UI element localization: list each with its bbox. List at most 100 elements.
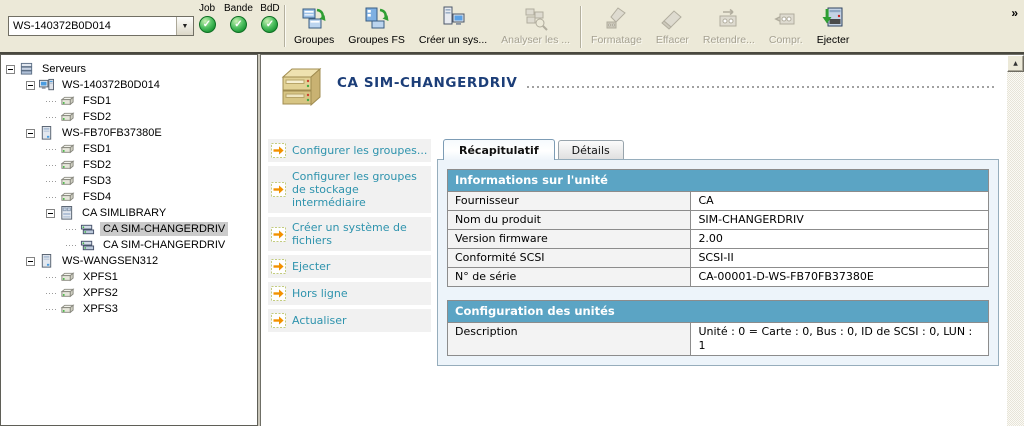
toolbar-button-formatage: Formatage: [584, 2, 649, 52]
title-block: CA SIM-CHANGERDRIV: [337, 65, 994, 91]
tree-connector: [46, 276, 56, 278]
tree-item-label: XPFS1: [83, 271, 118, 283]
toolbar-button-groupes[interactable]: Groupes: [287, 2, 341, 52]
tree-item-label: CA SIMLIBRARY: [82, 207, 167, 219]
toolbar-button-analyser-les: Analyser les ...: [494, 2, 577, 52]
toolbar-button-groupes-fs[interactable]: Groupes FS: [341, 2, 412, 52]
tree-item-fsd1[interactable]: FSD1: [1, 141, 257, 157]
tab-r-capitulatif[interactable]: Récapitulatif: [443, 139, 555, 160]
action-link-cr-er-un-syst-me-de-fichiers[interactable]: Créer un système de fichiers: [268, 217, 431, 251]
info-value: Unité : 0 = Carte : 0, Bus : 0, ID de SC…: [690, 322, 989, 356]
collapse-toggle-icon[interactable]: [26, 80, 35, 90]
toolbar-button-retendre: Retendre...: [696, 2, 762, 52]
vertical-scrollbar[interactable]: ▲: [1007, 55, 1024, 426]
collapse-toggle-icon[interactable]: [6, 64, 15, 74]
server-icon: [41, 253, 52, 268]
tree-connector: [66, 244, 76, 246]
tape-drive-icon: [281, 67, 322, 107]
tree-item-label: WS-WANGSEN312: [62, 255, 159, 267]
tree-item-fsd4[interactable]: FSD4: [1, 189, 257, 205]
tree-connector: [46, 148, 56, 150]
tree-connector: [46, 292, 56, 294]
info-label: Nom du produit: [446, 210, 692, 230]
action-link-label: Actualiser: [292, 314, 347, 327]
drive-icon: [60, 143, 75, 153]
tab-d-tails[interactable]: Détails: [557, 140, 624, 159]
tree-item-fsd1[interactable]: FSD1: [1, 93, 257, 109]
server-selector-combobox[interactable]: WS-140372B0D014 ▼: [8, 16, 194, 36]
tree-connector: [46, 180, 56, 182]
tree-item-fsd3[interactable]: FSD3: [1, 173, 257, 189]
tree-item-label: XPFS2: [83, 287, 118, 299]
info-value: CA: [690, 191, 989, 211]
tree-item-label: FSD1: [83, 95, 112, 107]
action-links: Configurer les groupes... Configurer les…: [268, 139, 431, 336]
tree-connector: [46, 100, 56, 102]
tree-item-ca-sim-changerdriv[interactable]: CA SIM-CHANGERDRIV: [1, 237, 257, 253]
tree-item-ws-fb70fb37380e[interactable]: WS-FB70FB37380E: [1, 125, 257, 141]
action-link-hors-ligne[interactable]: Hors ligne: [268, 282, 431, 305]
info-row: Conformité SCSI SCSI-II: [446, 248, 989, 268]
drive-icon: [60, 271, 75, 281]
collapse-toggle-icon[interactable]: [26, 128, 35, 138]
tape-drive-icon: [273, 65, 325, 113]
device-header: CA SIM-CHANGERDRIV: [273, 65, 994, 113]
arrow-right-icon: [271, 286, 286, 301]
section-header: Informations sur l'unité: [447, 169, 989, 191]
status-indicator-bande: Bande ✓: [224, 3, 253, 33]
tree-item-serveurs[interactable]: Serveurs: [1, 61, 257, 77]
scroll-up-button[interactable]: ▲: [1007, 55, 1024, 72]
server-tree: Serveurs WS-140372B0D014 FSD1 FSD2 WS-FB…: [0, 54, 258, 426]
tree-item-xpfs1[interactable]: XPFS1: [1, 269, 257, 285]
tab-bar: Récapitulatif Détails: [437, 133, 999, 160]
section-configuration-des-unit-s: Configuration des unités Description Uni…: [446, 300, 989, 356]
tree-item-label: FSD1: [83, 143, 112, 155]
tree-item-ws-wangsen312[interactable]: WS-WANGSEN312: [1, 253, 257, 269]
compress-icon: [773, 13, 795, 25]
toolbar-overflow-button[interactable]: »: [1011, 6, 1018, 20]
collapse-toggle-icon[interactable]: [26, 256, 35, 266]
tree-item-label: CA SIM-CHANGERDRIV: [100, 222, 229, 236]
toolbar-button-compr: Compr.: [762, 2, 810, 52]
toolbar-separator: [284, 5, 285, 47]
action-link-label: Configurer les groupes de stockage inter…: [292, 170, 417, 209]
collapse-toggle-icon[interactable]: [46, 208, 55, 218]
status-indicator-label: Bande: [224, 3, 253, 14]
tree-item-xpfs2[interactable]: XPFS2: [1, 285, 257, 301]
format-icon: [606, 7, 627, 29]
tree-item-ca-sim-changerdriv[interactable]: CA SIM-CHANGERDRIV: [1, 221, 257, 237]
section-informations-sur-l-unit: Informations sur l'unité Fournisseur CA …: [446, 169, 989, 287]
action-link-configurer-les-groupes[interactable]: Configurer les groupes...: [268, 139, 431, 162]
chevron-down-icon[interactable]: ▼: [176, 17, 193, 35]
arrow-right-icon: [271, 226, 286, 242]
toolbar-button-label: Retendre...: [702, 34, 755, 46]
toolbar-button-ejecter[interactable]: Ejecter: [810, 2, 857, 52]
status-indicators: Job ✓ Bande ✓ BdD ✓: [196, 3, 281, 33]
info-label: Description: [446, 322, 692, 356]
action-link-configurer-les-groupes-de-stockage-interm-diaire[interactable]: Configurer les groupes de stockage inter…: [268, 166, 431, 213]
status-ok-icon: ✓: [198, 16, 216, 33]
info-row: Fournisseur CA: [446, 191, 989, 211]
info-row: N° de série CA-00001-D-WS-FB70FB37380E: [446, 267, 989, 287]
action-link-ejecter[interactable]: Ejecter: [268, 255, 431, 278]
toolbar-button-cr-er-un-sys[interactable]: Créer un sys...: [412, 2, 494, 52]
tree-connector: [46, 116, 56, 118]
tree-item-xpfs3[interactable]: XPFS3: [1, 301, 257, 317]
groups-fs-icon: [365, 7, 389, 29]
drive-icon: [60, 303, 75, 313]
groups-icon: [302, 8, 326, 29]
tree-item-label: XPFS3: [83, 303, 118, 315]
toolbar-button-label: Effacer: [655, 34, 689, 46]
arrow-right-icon: [271, 143, 286, 158]
tree-item-fsd2[interactable]: FSD2: [1, 157, 257, 173]
tree-item-label: CA SIM-CHANGERDRIV: [103, 239, 226, 251]
tree-item-fsd2[interactable]: FSD2: [1, 109, 257, 125]
tree-item-ws-140372b0d014[interactable]: WS-140372B0D014: [1, 77, 257, 93]
toolbar-separator: [580, 6, 582, 48]
tree-item-ca-simlibrary[interactable]: CA SIMLIBRARY: [1, 205, 257, 221]
action-link-actualiser[interactable]: Actualiser: [268, 309, 431, 332]
tree-item-label: WS-FB70FB37380E: [62, 127, 162, 139]
toolbar-button-label: Groupes: [294, 34, 335, 46]
device-detail-panel: CA SIM-CHANGERDRIV Configurer les groupe…: [260, 54, 1024, 426]
action-link-label: Ejecter: [292, 260, 331, 273]
